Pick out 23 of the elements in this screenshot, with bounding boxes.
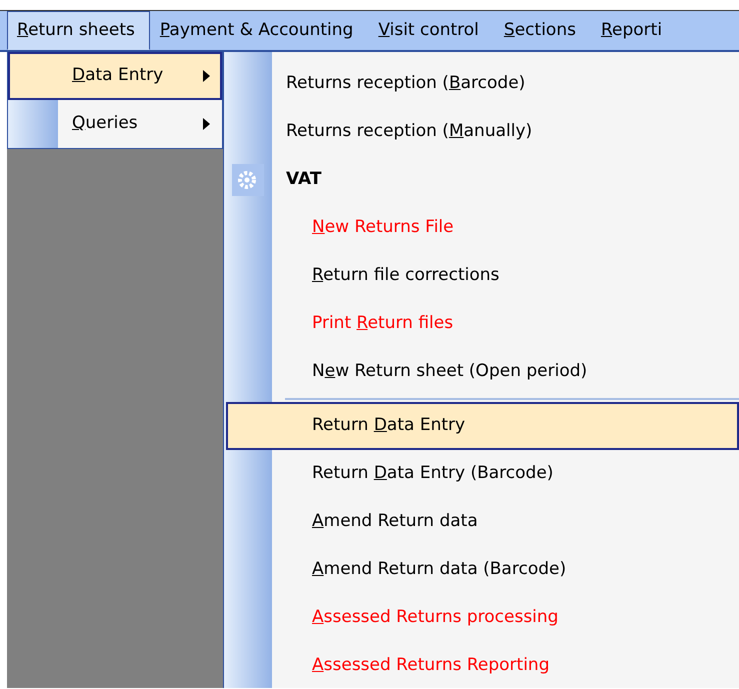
menu-item[interactable]: Queries	[8, 100, 222, 148]
menu-bar-item[interactable]: Sections	[494, 11, 591, 50]
menu-item[interactable]: Return Data Entry	[226, 402, 739, 450]
menu-item[interactable]: Return Data Entry (Barcode)	[224, 450, 739, 498]
menu-item[interactable]: Assessed Returns processing	[224, 594, 739, 642]
menu-bar-item[interactable]: Return sheets	[7, 11, 150, 50]
menu-bar-item[interactable]: Visit control	[368, 11, 494, 50]
menu-item[interactable]: New Returns File	[224, 204, 739, 252]
menu-item[interactable]: Data Entry	[8, 52, 222, 100]
menu-bar-item[interactable]: Reporti	[590, 11, 678, 50]
gear-icon	[232, 164, 264, 196]
menu-section-header: VAT	[286, 168, 322, 192]
menu-item[interactable]: Returns reception (Barcode)	[224, 60, 739, 108]
menu-item[interactable]: Returns reception (Manually)	[224, 108, 739, 156]
menu-item[interactable]: Print Return files	[224, 300, 739, 348]
menu-item[interactable]: New Return sheet (Open period)	[224, 348, 739, 396]
menu-item[interactable]: Return file corrections	[224, 252, 739, 300]
submenu-arrow-icon	[203, 118, 210, 130]
submenu-arrow-icon	[203, 70, 210, 82]
menu-bar-item[interactable]: Payment & Accounting	[150, 11, 368, 50]
menu-item[interactable]: Assessed Returns Reporting	[224, 642, 739, 689]
menu-item[interactable]: Amend Return data	[224, 498, 739, 546]
menu-item[interactable]: Amend Return data (Barcode)	[224, 546, 739, 594]
